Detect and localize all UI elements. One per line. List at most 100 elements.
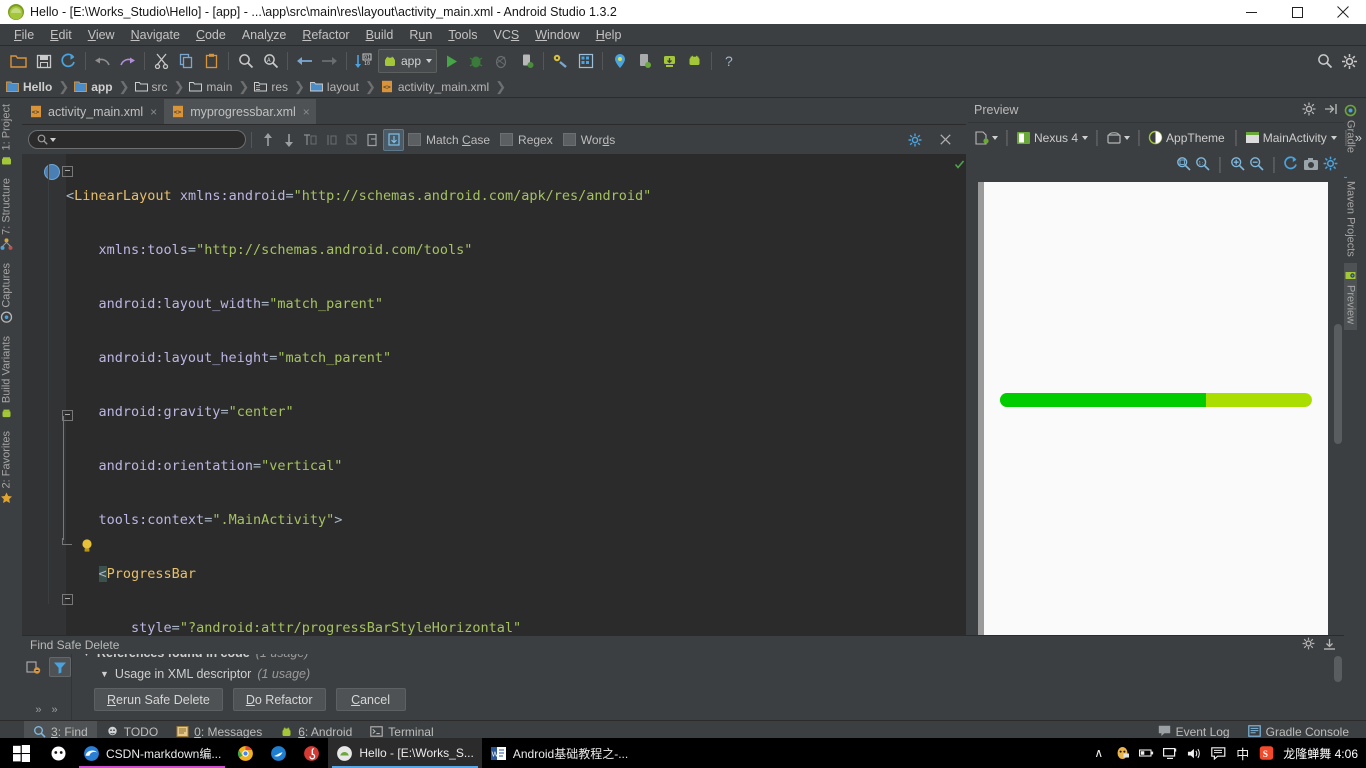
taskbar-clock[interactable]: 龙隆蝉舞 4:06 (1283, 745, 1358, 762)
filter-occurrences-icon[interactable] (341, 129, 362, 151)
tab-activity-main-xml[interactable]: <> activity_main.xml × (22, 99, 164, 124)
redo-icon[interactable] (115, 49, 140, 73)
taskbar-edge-button[interactable]: CSDN-markdown编... (75, 738, 229, 768)
menu-refactor[interactable]: Refactor (294, 24, 357, 46)
sidebar-item-build-variants[interactable]: Build Variants (0, 330, 13, 425)
forward-arrow-icon[interactable] (317, 49, 342, 73)
orientation-chip[interactable] (1103, 127, 1133, 149)
match-case-checkbox[interactable]: Match Case (408, 133, 490, 147)
editor-scrollbar[interactable] (954, 154, 966, 694)
filter-icon[interactable] (48, 657, 71, 677)
taskbar-netease-music-button[interactable] (295, 738, 328, 768)
words-checkbox[interactable]: Words (562, 133, 615, 147)
find-settings-gear-icon[interactable] (904, 129, 925, 151)
breadcrumb-item-layout[interactable]: layout (309, 76, 361, 98)
menu-vcs[interactable]: VCS (486, 24, 528, 46)
sidebar-item-maven-projects[interactable]: m Maven Projects (1339, 159, 1357, 263)
scrollbar-thumb[interactable] (1334, 656, 1342, 682)
taskbar-browser-button[interactable] (262, 738, 295, 768)
debug-icon[interactable] (464, 49, 489, 73)
open-in-find-window-icon[interactable] (362, 129, 383, 151)
scrollbar-thumb[interactable] (1334, 324, 1342, 444)
screenshot-icon[interactable] (1303, 157, 1319, 174)
menu-code[interactable]: Code (188, 24, 234, 46)
coverage-icon[interactable] (489, 49, 514, 73)
find-results-scrollbar[interactable] (1333, 656, 1343, 718)
select-all-occurrences-icon[interactable] (299, 129, 320, 151)
close-icon[interactable]: × (303, 105, 310, 119)
hide-panel-icon[interactable] (1323, 638, 1336, 653)
code-editor[interactable]: <LinearLayout xmlns:android="http://sche… (22, 154, 966, 694)
battery-icon[interactable] (1139, 746, 1154, 761)
open-folder-icon[interactable] (6, 49, 31, 73)
android-download-icon[interactable] (657, 49, 682, 73)
find-previous-icon[interactable] (278, 129, 299, 151)
do-refactor-button[interactable]: Do Refactor (232, 688, 326, 711)
windows-start-icon[interactable] (0, 738, 42, 768)
sogou-icon[interactable]: S (1259, 746, 1274, 761)
editor-gutter[interactable] (22, 154, 92, 694)
cancel-button[interactable]: Cancel (335, 688, 406, 711)
undo-icon[interactable] (90, 49, 115, 73)
compile-icon[interactable]: 01 10 (351, 49, 376, 73)
theme-chip[interactable]: AppTheme (1145, 127, 1230, 149)
in-selection-icon[interactable] (383, 128, 404, 151)
menu-analyze[interactable]: Analyze (234, 24, 294, 46)
replace-icon[interactable]: A (258, 49, 283, 73)
zoom-out-icon[interactable] (1249, 156, 1264, 174)
breadcrumb-item-hello[interactable]: Hello (6, 76, 54, 98)
tab-myprogressbar-xml[interactable]: <> myprogressbar.xml × (164, 99, 316, 124)
zoom-actual-size-icon[interactable]: 1:1 (1195, 156, 1210, 174)
maximize-button[interactable] (1274, 0, 1320, 24)
back-arrow-icon[interactable] (292, 49, 317, 73)
activity-chip[interactable]: MainActivity (1242, 127, 1340, 149)
run-configuration-selector[interactable]: app (378, 49, 438, 73)
taskbar-android-studio-button[interactable]: Hello - [E:\Works_S... (328, 738, 482, 768)
search-input[interactable] (28, 130, 246, 149)
network-icon[interactable] (1163, 746, 1178, 761)
sidebar-item-project[interactable]: 1: Project (0, 98, 13, 172)
chevron-right-icon[interactable]: » (52, 704, 58, 716)
breadcrumb-item-main[interactable]: main (189, 76, 234, 98)
menu-view[interactable]: View (80, 24, 123, 46)
taskbar-word-button[interactable]: W Android基础教程之-... (482, 738, 636, 768)
settings-icon[interactable] (1337, 49, 1362, 73)
breadcrumb-item-res[interactable]: res (254, 76, 290, 98)
breadcrumb-item-app[interactable]: app (74, 76, 114, 98)
configuration-chip[interactable] (972, 127, 1001, 149)
device-chip[interactable]: Nexus 4 (1013, 127, 1091, 149)
location-icon[interactable] (607, 49, 632, 73)
chevron-down-icon[interactable] (50, 137, 56, 142)
menu-run[interactable]: Run (401, 24, 440, 46)
sync-icon[interactable] (56, 49, 81, 73)
volume-icon[interactable] (1187, 746, 1202, 761)
sdk-manager-icon[interactable] (548, 49, 573, 73)
run-icon[interactable] (439, 49, 464, 73)
copy-icon[interactable] (174, 49, 199, 73)
menu-help[interactable]: Help (588, 24, 630, 46)
menu-file[interactable]: File (6, 24, 42, 46)
menu-edit[interactable]: Edit (42, 24, 80, 46)
find-result-subgroup[interactable]: ▼ Usage in XML descriptor (1 usage) (72, 663, 1344, 684)
avd-manager-icon[interactable] (573, 49, 598, 73)
gear-icon[interactable] (1323, 156, 1338, 174)
find-results-list[interactable]: ▼ References found in code (1 usage) ▼ U… (72, 654, 1344, 720)
class-marker-icon[interactable] (44, 164, 60, 180)
menu-tools[interactable]: Tools (440, 24, 485, 46)
preview-toolbar-overflow[interactable]: » (1352, 127, 1365, 149)
gear-icon[interactable] (1302, 637, 1315, 653)
rerun-safe-delete-button[interactable]: Rerun Safe Delete (94, 688, 223, 711)
find-icon[interactable] (233, 49, 258, 73)
ime-chinese-icon[interactable]: 中 (1235, 746, 1250, 762)
cut-icon[interactable] (149, 49, 174, 73)
sidebar-item-preview[interactable]: Preview (1344, 262, 1357, 330)
action-center-icon[interactable] (1211, 746, 1226, 761)
attach-debugger-icon[interactable] (514, 49, 539, 73)
rerun-icon[interactable] (23, 657, 45, 677)
device-icon[interactable] (632, 49, 657, 73)
menu-window[interactable]: Window (527, 24, 587, 46)
find-next-icon[interactable] (257, 129, 278, 151)
search-everywhere-icon[interactable] (1312, 49, 1337, 73)
sidebar-item-structure[interactable]: 7: Structure (0, 172, 13, 257)
qq-icon[interactable] (1115, 746, 1130, 761)
